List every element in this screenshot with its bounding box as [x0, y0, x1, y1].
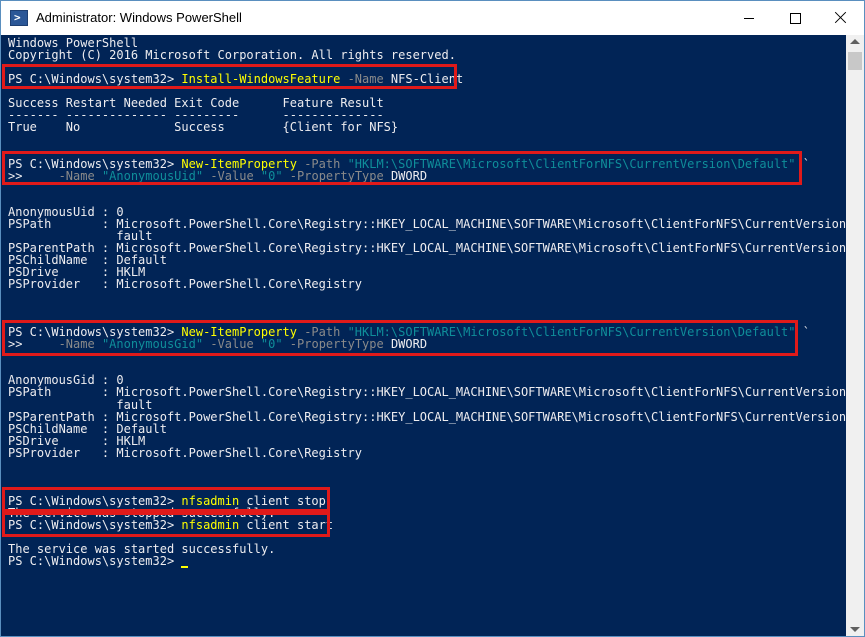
close-button[interactable] — [818, 1, 864, 35]
console-line: True No Success {Client for NFS} — [8, 120, 399, 135]
console-line: PSChildName : Default — [8, 421, 167, 436]
console-line: fault — [8, 228, 153, 243]
scroll-thumb[interactable] — [848, 52, 862, 70]
powershell-icon: > — [10, 10, 28, 26]
highlight-install-command — [2, 64, 457, 89]
text-cursor — [181, 566, 189, 569]
highlight-stop-command — [2, 487, 330, 512]
minimize-icon — [744, 18, 754, 19]
minimize-button[interactable] — [726, 1, 772, 35]
highlight-gid-command — [2, 320, 798, 356]
vertical-scrollbar[interactable] — [846, 35, 864, 636]
console-line: fault — [8, 397, 153, 412]
highlight-start-command — [2, 512, 330, 537]
console-line: PSParentPath : Microsoft.PowerShell.Core… — [8, 409, 846, 424]
console-line: PSDrive : HKLM — [8, 433, 146, 448]
console-line: PS C:\Windows\system32> — [8, 555, 189, 569]
maximize-icon — [790, 13, 801, 24]
close-icon — [835, 10, 847, 24]
console-line: Copyright (C) 2016 Microsoft Corporation… — [8, 48, 456, 63]
maximize-button[interactable] — [772, 1, 818, 35]
powershell-window: > Administrator: Windows PowerShell Wind… — [0, 0, 865, 637]
console-line: PSPath : Microsoft.PowerShell.Core\Regis… — [8, 216, 846, 231]
console-line: PSProvider : Microsoft.PowerShell.Core\R… — [8, 445, 363, 460]
console-line: AnonymousUid : 0 — [8, 204, 124, 219]
scroll-down-icon[interactable] — [850, 627, 860, 632]
title-bar[interactable]: > Administrator: Windows PowerShell — [1, 1, 864, 35]
console-line: PSPath : Microsoft.PowerShell.Core\Regis… — [8, 385, 846, 400]
window-title: Administrator: Windows PowerShell — [36, 10, 242, 25]
console-line: PSProvider : Microsoft.PowerShell.Core\R… — [8, 277, 363, 291]
highlight-uid-command — [2, 151, 802, 185]
scroll-up-icon[interactable] — [850, 39, 860, 44]
